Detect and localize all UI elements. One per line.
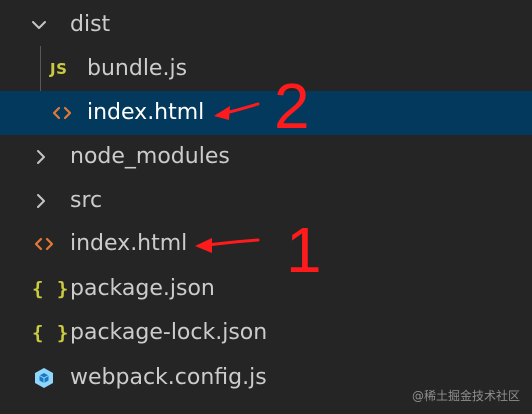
watermark: @稀土掘金技术社区 bbox=[411, 389, 520, 403]
annotation-number-1: 1 bbox=[286, 214, 322, 286]
annotation-arrows bbox=[195, 102, 260, 253]
annotation-arrow-2 bbox=[214, 102, 260, 120]
annotation-number-2: 2 bbox=[274, 70, 310, 142]
annotation-arrow-1 bbox=[195, 238, 260, 253]
